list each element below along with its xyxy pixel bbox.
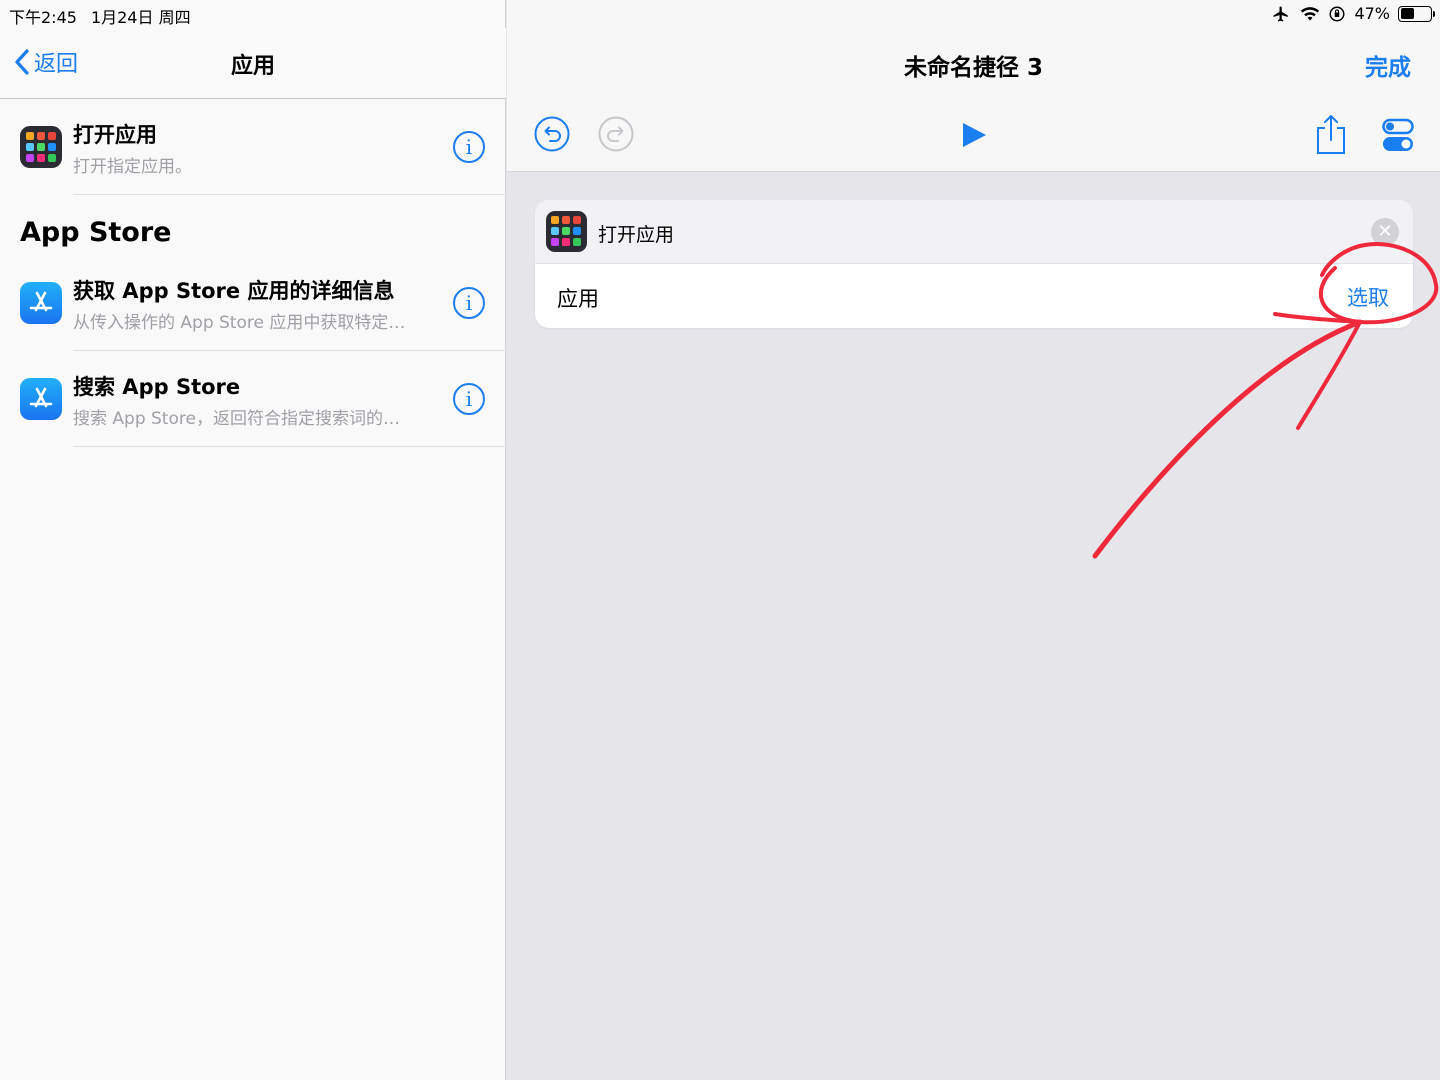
row-divider (73, 194, 506, 195)
info-icon[interactable]: i (453, 383, 485, 415)
action-title: 打开应用 (73, 123, 157, 147)
action-subtitle: 从传入操作的 App Store 应用中获取特定… (73, 313, 406, 333)
app-store-icon (20, 282, 62, 324)
grid-tile (37, 154, 45, 162)
remove-action-button[interactable]: ✕ (1371, 218, 1399, 246)
grid-tile (26, 143, 34, 151)
info-icon[interactable]: i (453, 287, 485, 319)
shortcut-title: 未命名捷径 3 (903, 55, 1043, 81)
grid-tile (48, 132, 56, 140)
action-card-title: 打开应用 (598, 224, 675, 246)
undo-icon[interactable] (533, 115, 571, 153)
battery-level (1400, 8, 1415, 19)
battery-icon (1398, 5, 1435, 22)
choose-app-button[interactable]: 选取 (1347, 282, 1389, 312)
action-subtitle: 搜索 App Store，返回符合指定搜索词的… (73, 409, 400, 429)
done-button[interactable]: 完成 (1365, 48, 1411, 82)
grid-tile (573, 238, 581, 246)
action-row-get-app-details[interactable]: 获取 App Store 应用的详细信息 从传入操作的 App Store 应用… (0, 255, 506, 351)
row-divider (73, 446, 506, 447)
wifi-icon (1301, 6, 1320, 21)
action-card-open-app[interactable]: 打开应用 ✕ 应用 选取 (535, 200, 1413, 328)
grid-tile (551, 216, 559, 224)
action-card-header: 打开应用 ✕ (535, 200, 1413, 264)
orientation-lock-icon (1329, 6, 1345, 21)
panel-title: 应用 (230, 54, 275, 79)
info-icon[interactable]: i (453, 131, 485, 163)
play-icon[interactable] (959, 120, 989, 150)
grid-tile (573, 227, 581, 235)
app-grid-icon (20, 126, 62, 168)
grid-tile (562, 216, 570, 224)
status-left: 下午2:45 1月24日 周四 (9, 4, 191, 28)
grid-tile (573, 216, 581, 224)
grid-tile (562, 227, 570, 235)
grid-tile (26, 154, 34, 162)
grid-tile (37, 132, 45, 140)
status-bar: 下午2:45 1月24日 周四 47% (0, 0, 1440, 28)
section-header-app-store: App Store (20, 217, 172, 248)
grid-tile (26, 132, 34, 140)
action-title: 搜索 App Store (73, 375, 241, 399)
grid-tile (37, 143, 45, 151)
status-time: 下午2:45 (9, 8, 77, 27)
grid-tile (48, 154, 56, 162)
share-icon[interactable] (1315, 113, 1347, 155)
action-subtitle: 打开指定应用。 (73, 157, 192, 177)
grid-tile (562, 238, 570, 246)
shortcut-editor: 未命名捷径 3 完成 打开应用 ✕ 应用 选取 (507, 0, 1440, 1080)
app-grid-icon (546, 211, 587, 252)
action-title: 获取 App Store 应用的详细信息 (73, 279, 395, 303)
redo-icon[interactable] (597, 115, 635, 153)
airplane-icon (1273, 6, 1289, 21)
actions-panel: 返回 应用 打开应用 打开指定应用。 i App Store 获取 App St… (0, 0, 506, 1080)
param-label: 应用 (557, 287, 599, 311)
action-row-open-app[interactable]: 打开应用 打开指定应用。 i (0, 99, 506, 195)
grid-tile (551, 227, 559, 235)
left-nav-bar: 返回 应用 (0, 28, 506, 99)
status-date: 1月24日 周四 (90, 8, 191, 27)
grid-tile (48, 143, 56, 151)
status-right: 47% (1270, 4, 1435, 23)
settings-toggle-icon[interactable] (1382, 118, 1414, 152)
grid-tile (551, 238, 559, 246)
action-row-search-app-store[interactable]: 搜索 App Store 搜索 App Store，返回符合指定搜索词的… i (0, 351, 506, 447)
battery-percent: 47% (1354, 4, 1390, 23)
app-store-icon (20, 378, 62, 420)
